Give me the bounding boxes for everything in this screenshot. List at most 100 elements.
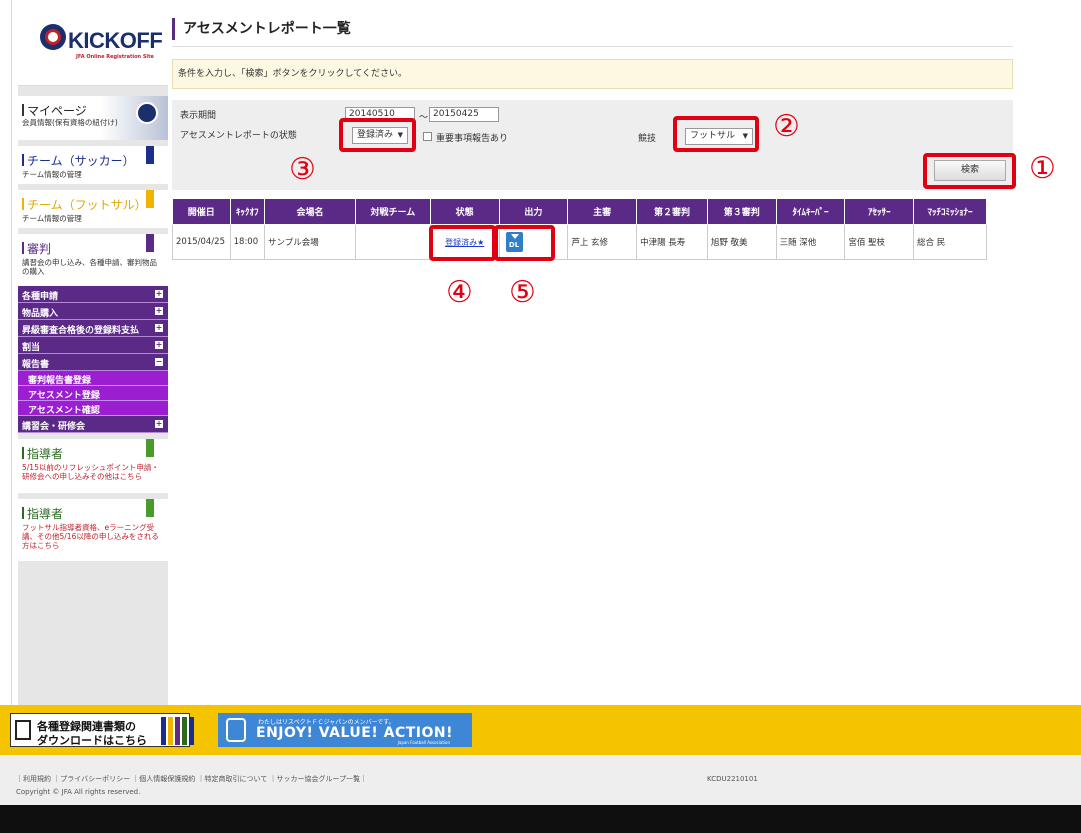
respect-banner[interactable]: わたしはリスペクトＦＣジャパンのメンバーです。 ENJOY! VALUE! AC… (218, 713, 472, 747)
color-stripes (161, 717, 194, 745)
col-header: 第２審判 (636, 198, 708, 225)
table-row: 2015/04/25 18:00 サンプル会場 登録済み★ DL 芦上 玄修 中… (172, 224, 987, 260)
cell-second-referee: 中津陽 長寿 (636, 224, 708, 260)
team-soccer-desc: チーム情報の管理 (22, 170, 82, 179)
soccer-ball-icon (136, 102, 158, 124)
sidebar: KICKOFF JFA Online Registration Site マイペ… (18, 0, 168, 705)
callout-box-2 (673, 116, 759, 152)
logo[interactable]: KICKOFF JFA Online Registration Site (18, 0, 168, 86)
plus-icon[interactable]: + (155, 324, 163, 332)
referee-menu: 各種申請 + 物品購入 + 昇級審査合格後の登録料支払 + 割当 + 報告書 − 審判報告… (18, 286, 168, 433)
ribbon-icon (146, 190, 154, 212)
footer: ｜利用規約 ｜プライバシーポリシー ｜個人情報保護規約 ｜特定商取引について ｜… (0, 755, 1081, 805)
reports-submenu: 審判報告書登録 アセスメント登録 アセスメント確認 (18, 371, 168, 416)
mypage-title: マイページ (27, 104, 87, 118)
callout-number-1: ① (1029, 151, 1056, 186)
mypage-desc: 会員情報(保有資格の紐付け) (22, 118, 118, 127)
table-header-row: 開催日 ｷｯｸｵﾌ 会場名 対戦チーム 状態 出力 主審 第２審判 第３審判 ﾀ… (172, 198, 987, 225)
cell-opponent (355, 224, 431, 260)
screen-code: KCDU2210101 (707, 775, 758, 783)
menu-label: 割当 (22, 343, 41, 353)
callout-number-3: ③ (289, 152, 316, 187)
col-header: ｱｾｯｻｰ (844, 198, 915, 225)
logo-text: KICKOFF (68, 28, 163, 53)
important-label: 重要事項報告あり (436, 134, 509, 144)
cell-venue: サンプル会場 (264, 224, 356, 260)
ribbon-icon (146, 439, 154, 461)
instruction-notice: 条件を入力し、「検索」ボタンをクリックしてください。 (172, 59, 1013, 89)
dl-banner-line2: ダウンロードはこちら (37, 734, 147, 747)
submenu-assessment-confirm[interactable]: アセスメント確認 (18, 401, 168, 416)
ribbon-icon (146, 499, 154, 521)
title-bar-icon (22, 154, 24, 166)
title-bar-icon (22, 507, 24, 519)
col-header: 開催日 (172, 198, 231, 225)
coach1-desc: 5/15以前のリフレッシュポイント申請・研修会への申し込みその他はこちら (22, 463, 159, 481)
respect-banner-slogan: ENJOY! VALUE! ACTION! (256, 725, 453, 741)
logo-subtitle: JFA Online Registration Site (76, 54, 154, 60)
callout-box-1 (923, 153, 1016, 189)
sidebar-panel-coach-2[interactable]: 指導者 フットサル指導者資格、eラーニング受講、その他5/16以降の申し込みをさ… (18, 499, 168, 561)
team-futsal-title: チーム（フットサル） (27, 198, 147, 212)
callout-number-5: ⑤ (509, 275, 536, 310)
menu-item-applications[interactable]: 各種申請 + (18, 286, 168, 303)
ribbon-icon (146, 146, 154, 168)
footer-copyright: Copyright © JFA All rights reserved. (16, 788, 141, 796)
col-header: 対戦チーム (355, 198, 431, 225)
footer-links[interactable]: ｜利用規約 ｜プライバシーポリシー ｜個人情報保護規約 ｜特定商取引について ｜… (16, 774, 367, 784)
menu-item-assignment[interactable]: 割当 + (18, 337, 168, 354)
menu-item-seminars[interactable]: 講習会・研修会 + (18, 416, 168, 433)
submenu-referee-report[interactable]: 審判報告書登録 (18, 371, 168, 386)
col-header: 主審 (567, 198, 638, 225)
cell-kickoff: 18:00 (229, 224, 266, 260)
col-header: 会場名 (264, 198, 356, 225)
col-header: 状態 (429, 198, 500, 225)
cell-date: 2015/04/25 (172, 224, 231, 260)
documents-download-banner[interactable]: 各種登録関連書類の ダウンロードはこちら (10, 713, 194, 747)
team-futsal-desc: チーム情報の管理 (22, 214, 82, 223)
menu-item-promotion-fee[interactable]: 昇級審査合格後の登録料支払 + (18, 320, 168, 337)
menu-item-purchase[interactable]: 物品購入 + (18, 303, 168, 320)
coach1-title: 指導者 (27, 447, 64, 461)
menu-item-reports[interactable]: 報告書 − (18, 354, 168, 371)
date-to-input[interactable]: 20150425 (429, 107, 499, 122)
col-header: ﾏｯﾁｺﾐｯｼｮﾅｰ (913, 198, 987, 225)
jfa-badge-icon (226, 718, 246, 742)
plus-icon[interactable]: + (155, 307, 163, 315)
coach2-desc: フットサル指導者資格、eラーニング受講、その他5/16以降の申し込みをされる方は… (22, 523, 159, 550)
assessment-table: 開催日 ｷｯｸｵﾌ 会場名 対戦チーム 状態 出力 主審 第２審判 第３審判 ﾀ… (172, 198, 987, 260)
sidebar-panel-coach-1[interactable]: 指導者 5/15以前のリフレッシュポイント申請・研修会への申し込みその他はこちら (18, 439, 168, 493)
plus-icon[interactable]: + (155, 341, 163, 349)
cell-referee: 芦上 玄修 (567, 224, 638, 260)
coach2-title: 指導者 (27, 507, 64, 521)
sport-label: 競技 (638, 134, 657, 144)
menu-label: 昇級審査合格後の登録料支払 (22, 326, 140, 336)
title-bar-icon (22, 447, 24, 459)
plus-icon[interactable]: + (155, 290, 163, 298)
submenu-assessment-register[interactable]: アセスメント登録 (18, 386, 168, 401)
sidebar-panel-mypage[interactable]: マイページ 会員情報(保有資格の紐付け) (18, 96, 168, 140)
period-label: 表示期間 (180, 111, 217, 121)
status-label: アセスメントレポートの状態 (180, 131, 297, 141)
sidebar-panel-team-futsal[interactable]: チーム（フットサル） チーム情報の管理 (18, 190, 168, 228)
sidebar-panel-referee[interactable]: 審判 講習会の申し込み、各種申請、審判物品の購入 (18, 234, 168, 286)
title-bar-icon (22, 198, 24, 210)
document-icon (15, 720, 31, 740)
plus-icon[interactable]: + (155, 420, 163, 428)
respect-banner-jfa: Japan Football Association (397, 740, 450, 745)
col-header: ﾀｲﾑｷｰﾊﾟｰ (775, 198, 846, 225)
tilde-label: ～ (419, 113, 429, 123)
important-checkbox[interactable] (423, 132, 432, 141)
callout-number-2: ② (773, 109, 800, 144)
menu-label: 報告書 (22, 360, 50, 370)
cell-assessor: 宮佰 聖枝 (844, 224, 915, 260)
minus-icon[interactable]: − (155, 358, 163, 366)
menu-label: 講習会・研修会 (22, 422, 86, 432)
footer-banner: 各種登録関連書類の ダウンロードはこちら わたしはリスペクトＦＣジャパンのメンバ… (0, 705, 1081, 755)
sidebar-panel-team-soccer[interactable]: チーム（サッカー） チーム情報の管理 (18, 146, 168, 184)
bottom-bar (0, 805, 1081, 833)
callout-box-3 (339, 118, 416, 152)
referee-title: 審判 (27, 242, 52, 256)
soccer-ball-icon (40, 24, 66, 50)
title-bar-icon (22, 242, 24, 254)
